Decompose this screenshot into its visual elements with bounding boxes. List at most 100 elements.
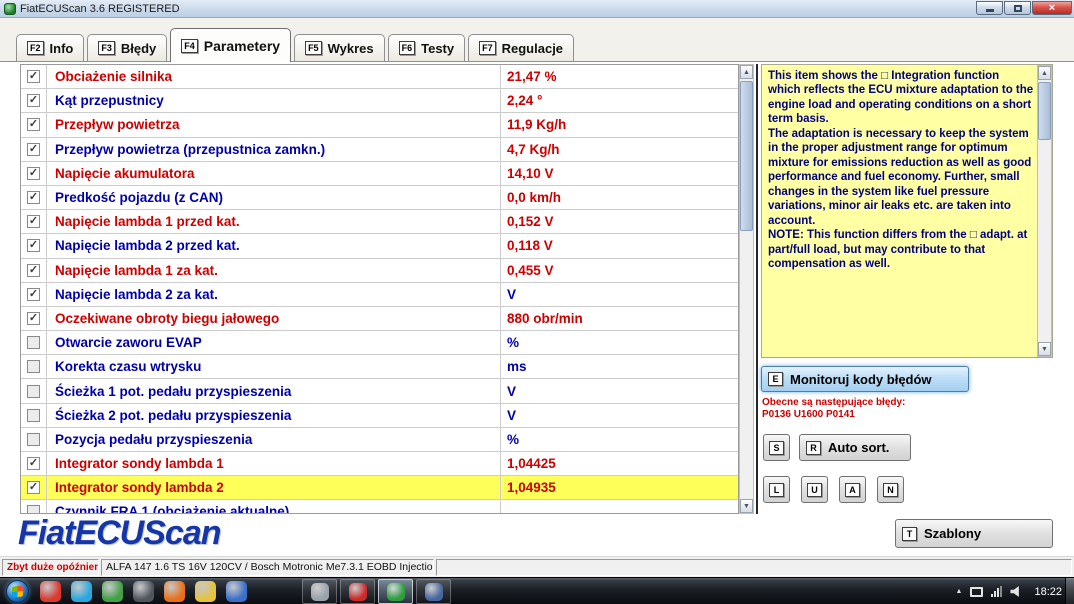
tab-label: Regulacje — [502, 41, 563, 56]
parameter-checkbox[interactable]: ✓ — [27, 312, 40, 325]
app-icon — [4, 3, 16, 15]
parameter-value: 2,24 ° — [501, 89, 738, 112]
parameter-checkbox[interactable] — [27, 336, 40, 349]
a-button[interactable]: A — [839, 476, 866, 503]
parameter-row[interactable]: Ścieżka 1 pot. pedału przyspieszeniaV — [21, 379, 738, 403]
parameter-checkbox[interactable]: ✓ — [27, 288, 40, 301]
green-app-icon[interactable] — [102, 581, 123, 602]
parameter-row[interactable]: ✓Napięcie lambda 1 przed kat.0,152 V — [21, 210, 738, 234]
taskbar: ▲ 18:22 — [0, 577, 1074, 604]
window-task-icon-slot[interactable] — [302, 579, 337, 604]
parameter-row[interactable]: ✓Przepływ powietrza (przepustnica zamkn.… — [21, 138, 738, 162]
parameter-row[interactable]: ✓Oczekiwane obroty biegu jałowego880 obr… — [21, 307, 738, 331]
parameter-row[interactable]: ✓ Kąt przepustnicy2,24 ° — [21, 89, 738, 113]
fiatecuscan-task-icon-slot[interactable] — [378, 579, 413, 604]
tab-regulacje[interactable]: F7Regulacje — [468, 34, 574, 61]
n-button[interactable]: N — [877, 476, 904, 503]
checkbox-cell: ✓ — [21, 476, 47, 499]
parameter-row[interactable]: Czynnik FRA 1 (obciążenie aktualne) — [21, 500, 738, 514]
table-scrollbar[interactable]: ▲ ▼ — [739, 64, 754, 514]
checkbox-cell: ✓ — [21, 65, 47, 88]
tab-info[interactable]: F2Info — [16, 34, 84, 61]
parameter-row[interactable]: ✓Obciażenie silnika21,47 % — [21, 65, 738, 89]
parameter-checkbox[interactable] — [27, 433, 40, 446]
scroll-up-icon[interactable]: ▲ — [740, 65, 753, 79]
close-button[interactable]: × — [1032, 1, 1072, 15]
info-scroll-down-icon[interactable]: ▼ — [1038, 342, 1051, 356]
app-task-icon-slot[interactable] — [416, 579, 451, 604]
parameter-checkbox[interactable]: ✓ — [27, 215, 40, 228]
parameter-checkbox[interactable]: ✓ — [27, 481, 40, 494]
maximize-button[interactable] — [1004, 1, 1031, 15]
auto-sort-button[interactable]: R Auto sort. — [799, 434, 911, 461]
info-scrollbar-thumb[interactable] — [1038, 82, 1051, 140]
checkbox-cell — [21, 355, 47, 378]
parameter-checkbox[interactable]: ✓ — [27, 118, 40, 131]
errors-heading: Obecne są następujące błędy: — [762, 397, 905, 409]
parameter-checkbox[interactable]: ✓ — [27, 264, 40, 277]
u-button[interactable]: U — [801, 476, 828, 503]
display-tray-icon[interactable] — [970, 587, 983, 597]
blue-app-icon[interactable] — [226, 581, 247, 602]
tab-label: Błędy — [121, 41, 156, 56]
templates-button[interactable]: T Szablony — [895, 519, 1053, 548]
parameter-row[interactable]: ✓Przepływ powietrza11,9 Kg/h — [21, 113, 738, 137]
scroll-down-icon[interactable]: ▼ — [740, 499, 753, 513]
taskbar-clock[interactable]: 18:22 — [1034, 586, 1062, 598]
parameter-checkbox[interactable]: ✓ — [27, 94, 40, 107]
parameter-checkbox[interactable]: ✓ — [27, 70, 40, 83]
table-scrollbar-thumb[interactable] — [740, 81, 753, 231]
parameter-row[interactable]: ✓ Napięcie akumulatora14,10 V — [21, 162, 738, 186]
parameter-value: 14,10 V — [501, 162, 738, 185]
info-scroll-up-icon[interactable]: ▲ — [1038, 66, 1051, 80]
tab-fkey-label: F6 — [399, 41, 416, 55]
minimize-button[interactable] — [976, 1, 1003, 15]
parameter-checkbox[interactable]: ✓ — [27, 143, 40, 156]
skype-icon[interactable] — [71, 581, 92, 602]
monitor-errors-button[interactable]: E Monitoruj kody błędów — [761, 366, 969, 392]
parameter-checkbox[interactable] — [27, 505, 40, 514]
explorer-folder-icon[interactable] — [195, 581, 216, 602]
parameter-value: 0,152 V — [501, 210, 738, 233]
s-button[interactable]: S — [763, 434, 790, 461]
parameter-row[interactable]: ✓Napięcie lambda 2 przed kat.0,118 V — [21, 234, 738, 258]
monitor-key-label: E — [768, 372, 783, 386]
firefox-icon[interactable] — [164, 581, 185, 602]
parameter-row[interactable]: Korekta czasu wtryskums — [21, 355, 738, 379]
parameter-row[interactable]: ✓Napięcie lambda 1 za kat.0,455 V — [21, 259, 738, 283]
l-button[interactable]: L — [763, 476, 790, 503]
parameter-name: Napięcie akumulatora — [47, 162, 501, 185]
parameter-checkbox[interactable]: ✓ — [27, 191, 40, 204]
media-player-icon[interactable] — [133, 581, 154, 602]
parameter-checkbox[interactable] — [27, 409, 40, 422]
parameter-name: Obciażenie silnika — [47, 65, 501, 88]
tab-parametery[interactable]: F4Parametery — [170, 28, 291, 62]
parameter-row[interactable]: ✓Integrator sondy lambda 21,04935 — [21, 476, 738, 500]
parameter-checkbox[interactable]: ✓ — [27, 167, 40, 180]
minimize-icon — [986, 9, 994, 12]
info-scrollbar[interactable]: ▲ ▼ — [1037, 65, 1052, 357]
parameter-row[interactable]: ✓Predkość pojazdu (z CAN)0,0 km/h — [21, 186, 738, 210]
parameter-checkbox[interactable] — [27, 385, 40, 398]
maximize-icon — [1014, 5, 1022, 12]
tab-wykres[interactable]: F5Wykres — [294, 34, 385, 61]
tab-błędy[interactable]: F3Błędy — [87, 34, 167, 61]
parameter-row[interactable]: ✓Napięcie lambda 2 za kat.V — [21, 283, 738, 307]
browser-red-icon[interactable] — [40, 581, 61, 602]
checkbox-cell: ✓ — [21, 259, 47, 282]
parameter-row[interactable]: Ścieżka 2 pot. pedału przyspieszeniaV — [21, 404, 738, 428]
hidden-icons-chevron-icon[interactable]: ▲ — [956, 588, 963, 595]
start-button[interactable] — [6, 580, 29, 603]
show-desktop-button[interactable] — [1065, 578, 1074, 604]
tab-testy[interactable]: F6Testy — [388, 34, 466, 61]
adobe-reader-task-icon-slot[interactable] — [340, 579, 375, 604]
parameter-row[interactable]: Pozycja pedału przyspieszenia% — [21, 428, 738, 452]
parameter-row[interactable]: ✓Integrator sondy lambda 11,04425 — [21, 452, 738, 476]
parameter-row[interactable]: Otwarcie zaworu EVAP% — [21, 331, 738, 355]
parameter-checkbox[interactable]: ✓ — [27, 239, 40, 252]
volume-tray-icon[interactable] — [1010, 586, 1022, 598]
parameter-checkbox[interactable] — [27, 360, 40, 373]
network-tray-icon[interactable] — [991, 586, 1002, 597]
parameter-checkbox[interactable]: ✓ — [27, 457, 40, 470]
parameter-name: Kąt przepustnicy — [47, 89, 501, 112]
